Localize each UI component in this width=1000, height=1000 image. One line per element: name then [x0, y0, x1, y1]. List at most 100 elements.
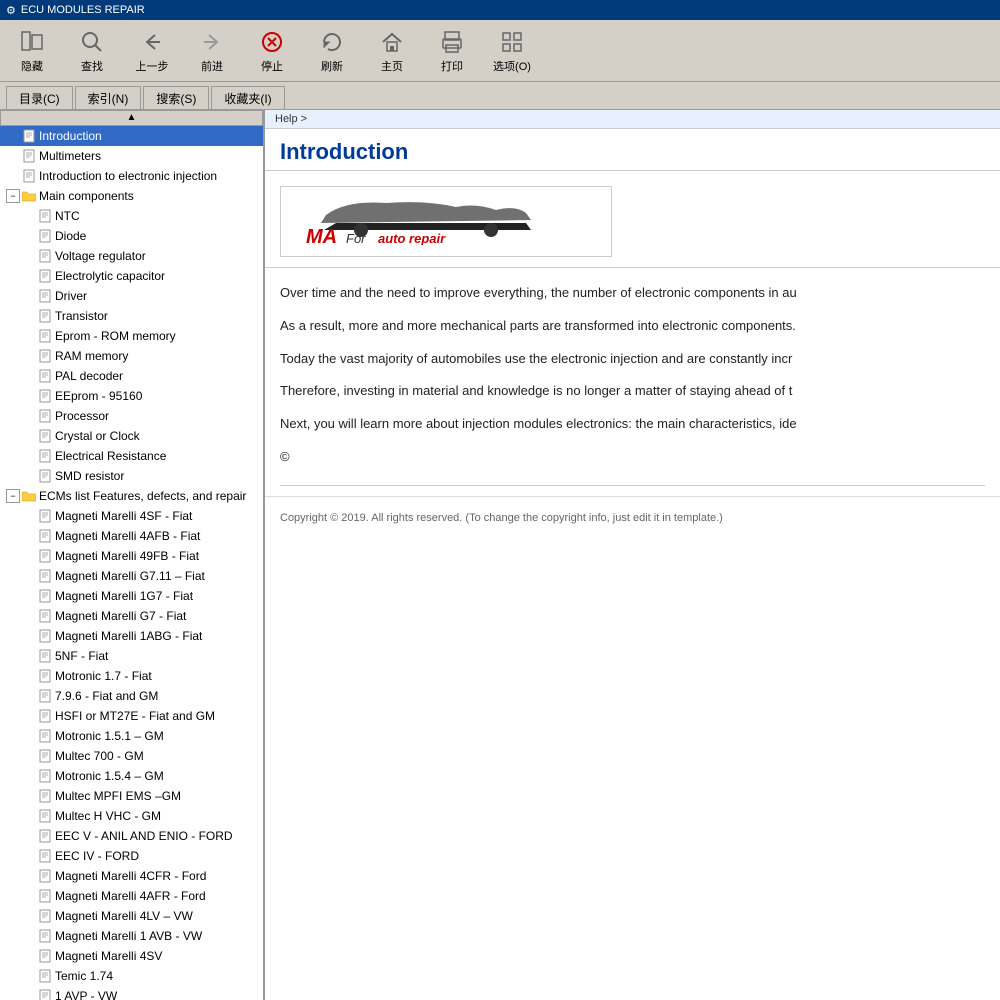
tree-item-main-components[interactable]: −Main components	[0, 186, 263, 206]
tree-item-smd-resistor[interactable]: SMD resistor	[0, 466, 263, 486]
options-button[interactable]: 选项(O)	[486, 25, 538, 77]
tree-label-introduction: Introduction	[39, 127, 102, 145]
sidebar-scroll-up[interactable]: ▲	[0, 110, 263, 126]
expand-icon-ecms-list[interactable]: −	[6, 489, 20, 503]
doc-icon-ntc	[38, 209, 52, 223]
stop-icon	[258, 28, 286, 56]
page-title: Introduction	[265, 129, 1000, 171]
tree-item-mm-4sv[interactable]: Magneti Marelli 4SV	[0, 946, 263, 966]
doc-icon-smd-resistor	[38, 469, 52, 483]
tree-item-electrolytic[interactable]: Electrolytic capacitor	[0, 266, 263, 286]
tree-item-796-fiat-gm[interactable]: 7.9.6 - Fiat and GM	[0, 686, 263, 706]
tree-label-temic-174: Temic 1.74	[55, 967, 113, 985]
tree-item-diode[interactable]: Diode	[0, 226, 263, 246]
doc-icon-mm-1abg	[38, 629, 52, 643]
doc-icon-crystal-clock	[38, 429, 52, 443]
tree-item-eec-v-ford[interactable]: EEC V - ANIL AND ENIO - FORD	[0, 826, 263, 846]
tree-item-mm-1avb-vw[interactable]: Magneti Marelli 1 AVB - VW	[0, 926, 263, 946]
home-button[interactable]: 主页	[366, 25, 418, 77]
tree-item-introduction[interactable]: Introduction	[0, 126, 263, 146]
content-area[interactable]: Help > Introduction MA For auto repair O…	[265, 110, 1000, 1000]
tab-index[interactable]: 索引(N)	[75, 86, 142, 109]
tree-item-processor[interactable]: Processor	[0, 406, 263, 426]
tree-item-mm-1abg[interactable]: Magneti Marelli 1ABG - Fiat	[0, 626, 263, 646]
tree-item-mm-g7[interactable]: Magneti Marelli G7 - Fiat	[0, 606, 263, 626]
tree-item-eeprom-95160[interactable]: EEprom - 95160	[0, 386, 263, 406]
refresh-button[interactable]: 刷新	[306, 25, 358, 77]
refresh-label: 刷新	[321, 58, 343, 74]
find-icon	[78, 28, 106, 56]
tree-item-mm-4afr-ford[interactable]: Magneti Marelli 4AFR - Ford	[0, 886, 263, 906]
find-button[interactable]: 查找	[66, 25, 118, 77]
doc-icon-temic-174	[38, 969, 52, 983]
doc-icon-multimeters	[22, 149, 36, 163]
tree-item-mm-4afb[interactable]: Magneti Marelli 4AFB - Fiat	[0, 526, 263, 546]
tree-item-multec-mpfi-gm[interactable]: Multec MPFI EMS –GM	[0, 786, 263, 806]
tree-item-crystal-clock[interactable]: Crystal or Clock	[0, 426, 263, 446]
tree-item-5nf-fiat[interactable]: 5NF - Fiat	[0, 646, 263, 666]
options-icon	[498, 28, 526, 56]
tree-item-motronic-17[interactable]: Motronic 1.7 - Fiat	[0, 666, 263, 686]
tree-item-mm-49fb[interactable]: Magneti Marelli 49FB - Fiat	[0, 546, 263, 566]
tree-item-ntc[interactable]: NTC	[0, 206, 263, 226]
print-button[interactable]: 打印	[426, 25, 478, 77]
tree-item-voltage-reg[interactable]: Voltage regulator	[0, 246, 263, 266]
doc-icon-motronic-154-gm	[38, 769, 52, 783]
doc-icon-mm-4sv	[38, 949, 52, 963]
tree-item-multec-h-gm[interactable]: Multec H VHC - GM	[0, 806, 263, 826]
tree-label-motronic-151-gm: Motronic 1.5.1 – GM	[55, 727, 164, 745]
doc-icon-796-fiat-gm	[38, 689, 52, 703]
tab-toc[interactable]: 目录(C)	[6, 86, 73, 109]
paragraphs-container: Over time and the need to improve everyt…	[280, 283, 985, 435]
tab-favorites[interactable]: 收藏夹(I)	[211, 86, 284, 109]
doc-icon-mm-1g7	[38, 589, 52, 603]
tree-item-intro-injection[interactable]: Introduction to electronic injection	[0, 166, 263, 186]
back-button[interactable]: 上一步	[126, 25, 178, 77]
tree-label-mm-1avb-vw: Magneti Marelli 1 AVB - VW	[55, 927, 202, 945]
tree-item-ecms-list[interactable]: −ECMs list Features, defects, and repair	[0, 486, 263, 506]
tree-item-pal-decoder[interactable]: PAL decoder	[0, 366, 263, 386]
tree-item-multec-700-gm[interactable]: Multec 700 - GM	[0, 746, 263, 766]
tree-item-1avp-vw[interactable]: 1 AVP - VW	[0, 986, 263, 1000]
doc-icon-multec-700-gm	[38, 749, 52, 763]
tree-label-voltage-reg: Voltage regulator	[55, 247, 146, 265]
app-icon: ⚙	[6, 4, 16, 17]
tree-item-eec-iv-ford[interactable]: EEC IV - FORD	[0, 846, 263, 866]
tab-search[interactable]: 搜索(S)	[143, 86, 209, 109]
tree-item-hsfi-mt27e[interactable]: HSFI or MT27E - Fiat and GM	[0, 706, 263, 726]
tree-item-eprom-rom[interactable]: Eprom - ROM memory	[0, 326, 263, 346]
tree-item-mm-1g7[interactable]: Magneti Marelli 1G7 - Fiat	[0, 586, 263, 606]
tree-item-driver[interactable]: Driver	[0, 286, 263, 306]
expand-icon-main-components[interactable]: −	[6, 189, 20, 203]
doc-icon-voltage-reg	[38, 249, 52, 263]
tree-label-transistor: Transistor	[55, 307, 108, 325]
tree-label-eec-v-ford: EEC V - ANIL AND ENIO - FORD	[55, 827, 233, 845]
tree-item-transistor[interactable]: Transistor	[0, 306, 263, 326]
tree-item-ram-memory[interactable]: RAM memory	[0, 346, 263, 366]
tree-label-mm-4sv: Magneti Marelli 4SV	[55, 947, 162, 965]
options-label: 选项(O)	[493, 58, 531, 74]
doc-icon-motronic-151-gm	[38, 729, 52, 743]
refresh-icon	[318, 28, 346, 56]
tree-item-mm-g711[interactable]: Magneti Marelli G7.11 – Fiat	[0, 566, 263, 586]
tree-item-elec-resistance[interactable]: Electrical Resistance	[0, 446, 263, 466]
tree-label-intro-injection: Introduction to electronic injection	[39, 167, 217, 185]
doc-icon-mm-g7	[38, 609, 52, 623]
tree-item-mm-4sf[interactable]: Magneti Marelli 4SF - Fiat	[0, 506, 263, 526]
tree-item-multimeters[interactable]: Multimeters	[0, 146, 263, 166]
tree-item-motronic-154-gm[interactable]: Motronic 1.5.4 – GM	[0, 766, 263, 786]
tree-item-mm-4cfr-ford[interactable]: Magneti Marelli 4CFR - Ford	[0, 866, 263, 886]
tree-label-elec-resistance: Electrical Resistance	[55, 447, 166, 465]
stop-button[interactable]: 停止	[246, 25, 298, 77]
hide-button[interactable]: 隐藏	[6, 25, 58, 77]
home-icon	[378, 28, 406, 56]
doc-icon-eeprom-95160	[38, 389, 52, 403]
sidebar[interactable]: ▲ IntroductionMultimetersIntroduction to…	[0, 110, 265, 1000]
tree-item-motronic-151-gm[interactable]: Motronic 1.5.1 – GM	[0, 726, 263, 746]
copyright-symbol: ©	[280, 447, 985, 468]
tree-label-smd-resistor: SMD resistor	[55, 467, 124, 485]
tree-item-mm-4lv-vw[interactable]: Magneti Marelli 4LV – VW	[0, 906, 263, 926]
forward-button[interactable]: 前进	[186, 25, 238, 77]
tree-label-pal-decoder: PAL decoder	[55, 367, 123, 385]
tree-item-temic-174[interactable]: Temic 1.74	[0, 966, 263, 986]
